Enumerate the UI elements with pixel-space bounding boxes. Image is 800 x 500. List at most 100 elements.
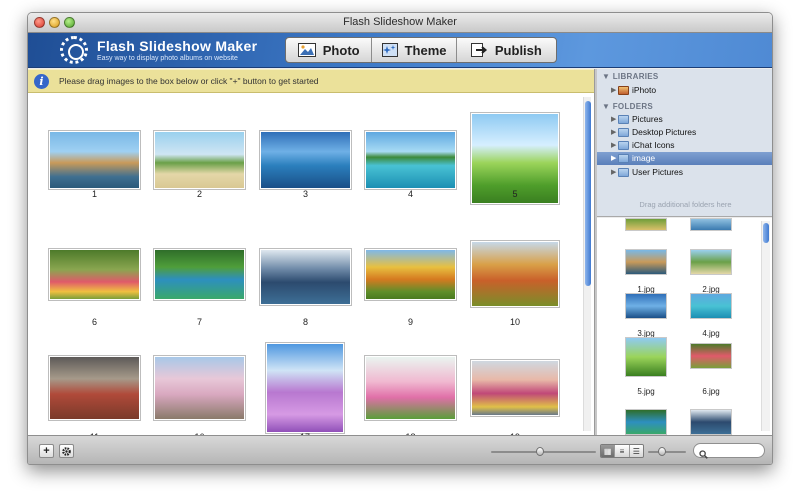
photo-cell[interactable]: 1 [48,130,141,199]
photo-cell[interactable]: 7 [153,248,246,327]
disclosure-triangle-icon[interactable]: ▶ [611,154,616,162]
drag-folders-hint: Drag additional folders here [639,200,732,209]
tab-photo[interactable]: Photo [286,38,373,62]
disclosure-triangle-icon[interactable]: ▶ [611,86,616,94]
photo-image [261,250,350,304]
file-thumbnail[interactable] [625,409,667,435]
photo-cell[interactable]: 4 [364,130,457,199]
photo-thumbnail[interactable] [470,240,560,308]
photo-cell[interactable]: 10 [470,240,560,327]
folder-icon [618,154,629,163]
theme-icon [381,43,398,57]
browser-size-slider[interactable] [648,451,686,453]
photo-cell[interactable]: 3 [259,130,352,199]
photo-image [267,344,343,432]
publish-icon [470,43,487,57]
photo-thumbnail[interactable] [153,355,246,421]
tab-publish[interactable]: Publish [457,38,556,62]
list-view-icon[interactable]: ≡ [615,445,630,457]
disclosure-triangle-icon[interactable]: ▶ [611,115,616,123]
app-tagline: Easy way to display photo albums on webs… [97,55,238,62]
photo-thumbnail[interactable] [470,359,560,417]
photo-icon [297,43,316,57]
photo-cell[interactable]: 19 [470,359,560,442]
sidebar-item-user-pictures[interactable]: ▶ User Pictures [597,166,772,179]
title-bar[interactable]: Flash Slideshow Maker [28,13,772,33]
photo-thumbnail[interactable] [259,248,352,306]
photo-cell[interactable]: 18 [364,355,457,442]
photo-image [50,132,139,188]
photo-image [155,357,244,419]
file-thumbnail[interactable] [690,343,732,369]
file-thumbnail[interactable] [625,218,667,231]
file-name-label: 5.jpg [637,387,655,396]
tab-photo-label: Photo [322,42,360,58]
folder-icon [618,168,629,177]
photo-cell[interactable]: 6 [48,248,141,327]
photo-thumbnail[interactable] [48,355,141,421]
file-browser[interactable]: 1.jpg 2.jpg 3.jpg 4.jpg 5.jpg 6.jpg [597,218,772,435]
photo-thumbnail[interactable] [259,130,352,190]
sidebar-item-image[interactable]: ▶ image [597,152,772,165]
view-mode-switch: ▦ ≡ ☰ [600,444,644,458]
photo-thumbnail[interactable] [153,248,246,301]
disclosure-triangle-icon[interactable]: ▶ [611,128,616,136]
photo-thumbnail[interactable] [48,248,141,301]
file-browser-scrollbar[interactable] [761,221,770,431]
file-thumbnail-image [625,218,667,231]
photo-grid-scroll-thumb[interactable] [585,101,591,286]
photo-cell[interactable]: 11 [48,355,141,442]
search-field[interactable] [693,443,765,459]
source-list: ▼ LIBRARIES ▶ iPhoto ▼ FOLDERS ▶ Picture… [597,69,772,217]
file-thumbnail[interactable] [625,337,667,377]
browser-size-slider-knob[interactable] [658,447,666,456]
photo-cell[interactable]: 16 [153,355,246,442]
sidebar-item-ichat-icons[interactable]: ▶ iChat Icons [597,139,772,152]
photo-grid-scrollbar[interactable] [583,97,591,431]
detail-view-icon[interactable]: ☰ [629,445,643,457]
photo-cell[interactable]: 5 [470,112,560,205]
photo-cell[interactable]: 8 [259,248,352,327]
info-icon: i [34,74,49,89]
file-thumbnail[interactable] [625,293,667,319]
photo-cell[interactable]: 2 [153,130,246,199]
file-thumbnail-image [690,218,732,231]
tab-theme[interactable]: Theme [372,38,457,62]
photo-thumbnail[interactable] [364,248,457,301]
sidebar-item-iphoto[interactable]: ▶ iPhoto [597,84,772,97]
main-tabs: Photo Theme Publish [285,37,557,63]
photo-number-label: 4 [407,189,413,199]
disclosure-triangle-icon[interactable]: ▶ [611,168,616,176]
file-thumbnail[interactable] [625,249,667,275]
libraries-header: ▼ LIBRARIES [602,72,659,81]
grid-view-icon[interactable]: ▦ [601,445,616,457]
sidebar-item-desktop-pictures[interactable]: ▶ Desktop Pictures [597,126,772,139]
file-thumbnail[interactable] [690,293,732,319]
file-browser-scroll-thumb[interactable] [763,223,769,243]
file-thumbnail-image [625,249,667,275]
libraries-disclosure-icon[interactable]: ▼ [602,72,610,81]
file-thumbnail[interactable] [690,218,732,231]
settings-button[interactable] [59,444,74,458]
photo-grid[interactable]: 1 2 3 4 5 6 7 8 9 10 1116171819 [28,93,594,442]
photo-thumbnail[interactable] [364,130,457,190]
sidebar-item-pictures[interactable]: ▶ Pictures [597,113,772,126]
photo-thumbnail[interactable] [153,130,246,190]
photo-thumbnail[interactable] [48,130,141,190]
photo-image [155,250,244,299]
photo-cell[interactable]: 9 [364,248,457,327]
tab-publish-label: Publish [494,42,542,58]
gear-icon [62,447,71,456]
photo-thumbnail[interactable] [364,355,457,421]
photo-thumbnail[interactable] [265,342,345,434]
info-bar: i Please drag images to the box below or… [28,69,594,93]
thumbnail-size-slider-knob[interactable] [536,447,544,456]
file-thumbnail[interactable] [690,249,732,275]
folders-disclosure-icon[interactable]: ▼ [602,102,610,111]
add-photo-button[interactable]: + [39,444,54,458]
disclosure-triangle-icon[interactable]: ▶ [611,141,616,149]
file-name-label: 6.jpg [702,387,720,396]
photo-cell[interactable]: 17 [265,342,345,442]
file-thumbnail[interactable] [690,409,732,435]
file-thumbnail-image [625,409,667,435]
